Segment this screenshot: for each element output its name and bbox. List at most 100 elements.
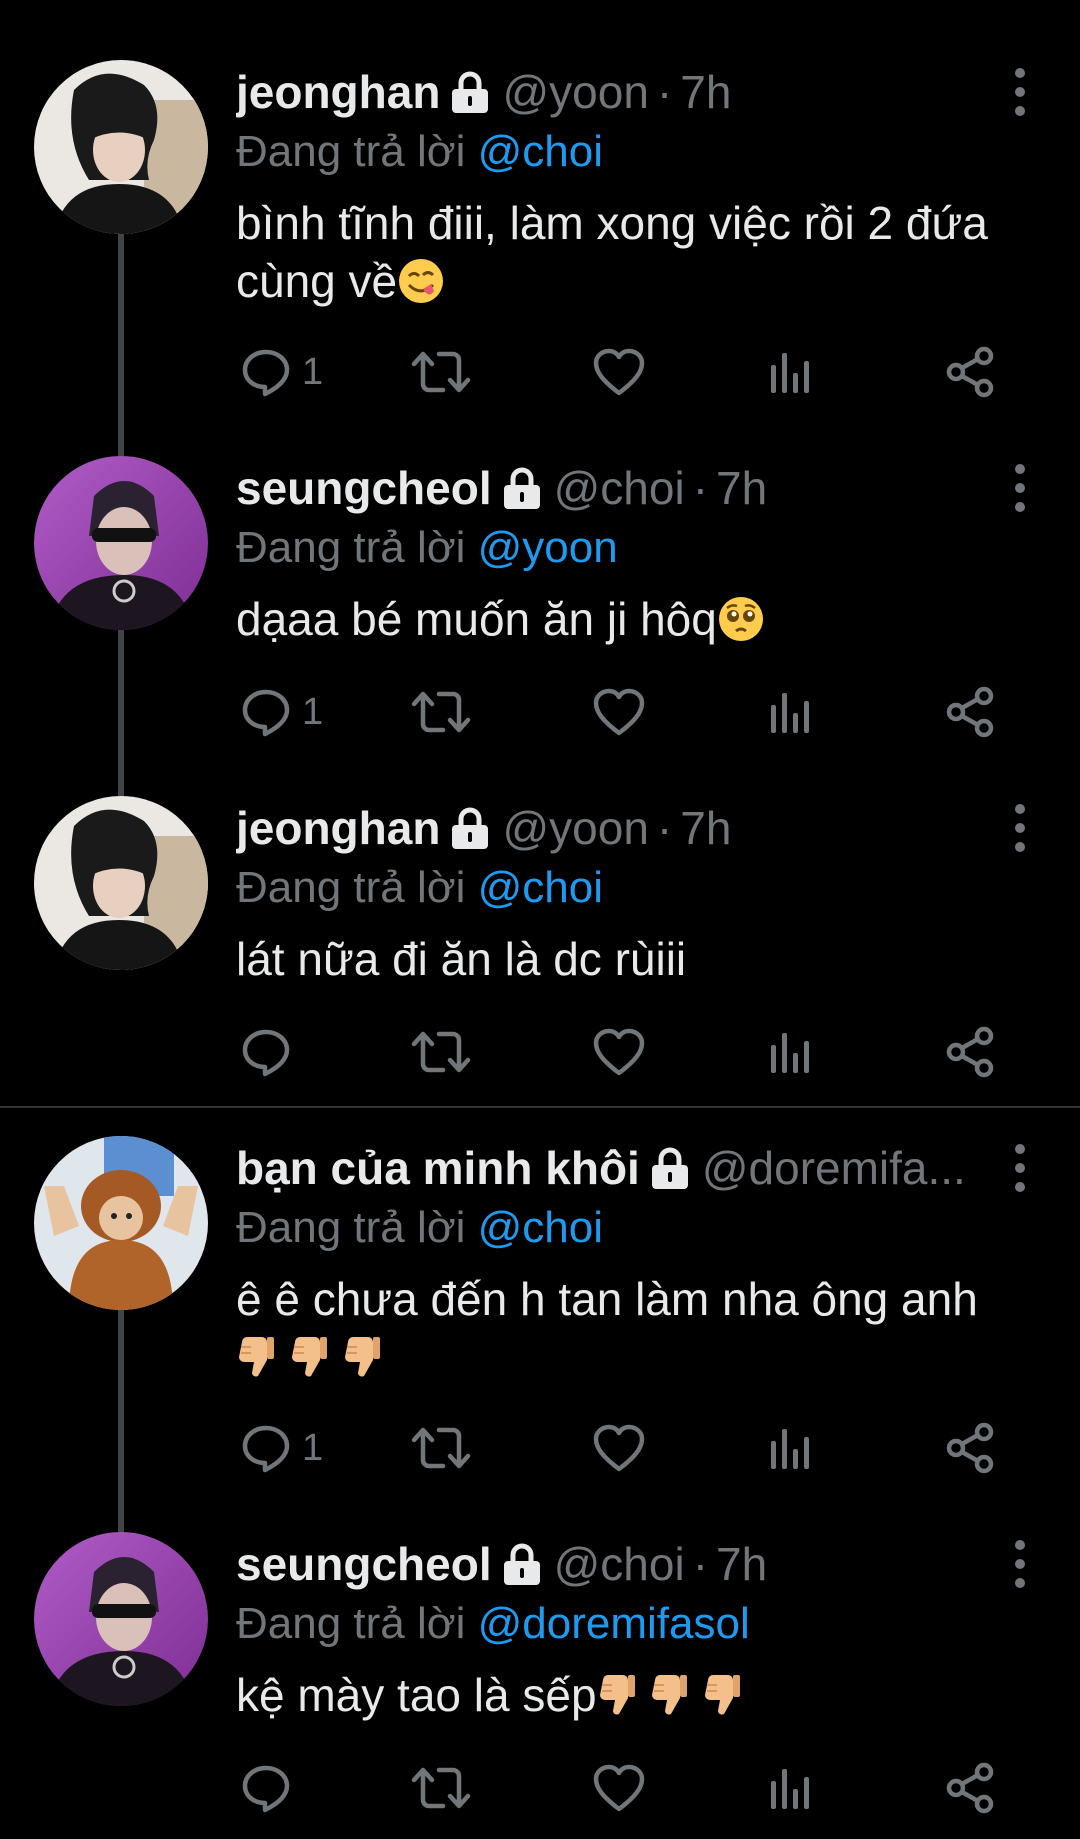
share-button[interactable]: [944, 1758, 996, 1818]
tweet-text-content: kệ mày tao là sếp: [236, 1669, 597, 1721]
thumbs-down-emoji-icon: [236, 1333, 276, 1381]
views-button[interactable]: [768, 1022, 814, 1082]
mention-link[interactable]: @yoon: [478, 523, 618, 572]
thread-line: [118, 1310, 124, 1538]
replying-to: Đang trả lời @yoon: [236, 520, 1040, 576]
timestamp[interactable]: 7h: [716, 1532, 767, 1596]
share-icon: [944, 1762, 996, 1814]
mention-link[interactable]: @choi: [478, 863, 603, 912]
thumbs-down-emoji-icon: [289, 1333, 329, 1381]
replying-label: Đang trả lời: [236, 1203, 466, 1252]
display-name[interactable]: seungcheol: [236, 456, 492, 520]
display-name[interactable]: seungcheol: [236, 1532, 492, 1596]
savoring-face-emoji-icon: [397, 257, 445, 305]
like-button[interactable]: [592, 682, 646, 742]
like-button[interactable]: [592, 1758, 646, 1818]
reply-count: 1: [302, 1426, 324, 1469]
timestamp[interactable]: 7h: [680, 60, 731, 124]
share-icon: [944, 346, 996, 398]
tweet-header: seungcheol @choi · 7h: [236, 456, 1040, 520]
retweet-button[interactable]: [411, 342, 471, 402]
views-button[interactable]: [768, 1418, 814, 1478]
share-icon: [944, 1026, 996, 1078]
lock-icon: [502, 466, 542, 510]
reply-count: 1: [302, 690, 324, 733]
views-button[interactable]: [768, 342, 814, 402]
thumbs-down-emoji-icon: [702, 1671, 742, 1719]
like-icon: [592, 347, 646, 397]
user-handle[interactable]: @yoon: [502, 60, 648, 124]
like-icon: [592, 1763, 646, 1813]
avatar[interactable]: [34, 1532, 208, 1706]
like-button[interactable]: [592, 1022, 646, 1082]
like-icon: [592, 1423, 646, 1473]
user-handle[interactable]: @choi: [554, 1532, 685, 1596]
like-button[interactable]: [592, 1418, 646, 1478]
lock-icon: [450, 70, 490, 114]
tweet-text: kệ mày tao là sếp: [236, 1666, 1040, 1724]
reply-button[interactable]: 1: [240, 1418, 323, 1478]
tweet-text-content: ê ê chưa đến h tan làm nha ông anh: [236, 1273, 978, 1325]
avatar[interactable]: [34, 60, 208, 234]
more-icon[interactable]: [1000, 1536, 1040, 1592]
like-button[interactable]: [592, 342, 646, 402]
share-button[interactable]: [944, 682, 996, 742]
retweet-button[interactable]: [411, 682, 471, 742]
display-name[interactable]: jeonghan: [236, 796, 440, 860]
like-icon: [592, 1027, 646, 1077]
separator-dot: ·: [692, 1538, 709, 1590]
reply-icon: [240, 686, 292, 738]
avatar[interactable]: [34, 796, 208, 970]
share-button[interactable]: [944, 1418, 996, 1478]
user-handle[interactable]: @doremifa...: [702, 1136, 966, 1200]
views-button[interactable]: [768, 1758, 814, 1818]
retweet-button[interactable]: [411, 1418, 471, 1478]
more-icon[interactable]: [1000, 800, 1040, 856]
reply-button[interactable]: 1: [240, 682, 323, 742]
replying-to: Đang trả lời @choi: [236, 860, 1040, 916]
tweet-text: dạaa bé muốn ăn ji hôq: [236, 590, 1040, 648]
display-name[interactable]: bạn của minh khôi: [236, 1136, 640, 1200]
mention-link[interactable]: @choi: [478, 127, 603, 176]
more-icon[interactable]: [1000, 64, 1040, 120]
timestamp[interactable]: 7h: [680, 796, 731, 860]
replying-label: Đang trả lời: [236, 863, 466, 912]
user-handle[interactable]: @choi: [554, 456, 685, 520]
lock-icon: [502, 1542, 542, 1586]
user-handle[interactable]: @yoon: [502, 796, 648, 860]
reply-button[interactable]: [240, 1022, 302, 1082]
separator: [0, 1106, 1080, 1108]
views-button[interactable]: [768, 682, 814, 742]
tweet-text: bình tĩnh điii, làm xong việc rồi 2 đứa …: [236, 194, 1040, 310]
more-icon[interactable]: [1000, 1140, 1040, 1196]
reply-button[interactable]: 1: [240, 342, 323, 402]
action-bar: 1: [236, 342, 1006, 402]
tweet-text-content: lát nữa đi ăn là dc rùiii: [236, 933, 687, 985]
tweet-header: bạn của minh khôi @doremifa...: [236, 1136, 1040, 1200]
retweet-icon: [411, 686, 471, 738]
tweet-body: seungcheol @choi · 7h Đang trả lời @yoon…: [236, 456, 1040, 648]
retweet-icon: [411, 346, 471, 398]
avatar[interactable]: [34, 1136, 208, 1310]
mention-link[interactable]: @choi: [478, 1203, 603, 1252]
share-button[interactable]: [944, 1022, 996, 1082]
views-icon: [768, 349, 814, 395]
thumbs-down-emoji-icon: [342, 1333, 382, 1381]
tweet-header: jeonghan @yoon · 7h: [236, 796, 1040, 860]
reply-count: 1: [302, 350, 324, 393]
reply-button[interactable]: [240, 1758, 302, 1818]
avatar[interactable]: [34, 456, 208, 630]
tweet-text-content: bình tĩnh điii, làm xong việc rồi 2 đứa …: [236, 197, 988, 307]
retweet-button[interactable]: [411, 1758, 471, 1818]
display-name[interactable]: jeonghan: [236, 60, 440, 124]
share-button[interactable]: [944, 342, 996, 402]
thread-line: [118, 630, 124, 796]
retweet-button[interactable]: [411, 1022, 471, 1082]
share-icon: [944, 1422, 996, 1474]
more-icon[interactable]: [1000, 460, 1040, 516]
action-bar: 1: [236, 682, 1006, 742]
mention-link[interactable]: @doremifasol: [478, 1599, 750, 1648]
separator-dot: ·: [656, 802, 673, 854]
timestamp[interactable]: 7h: [716, 456, 767, 520]
tweet-header: seungcheol @choi · 7h: [236, 1532, 1040, 1596]
